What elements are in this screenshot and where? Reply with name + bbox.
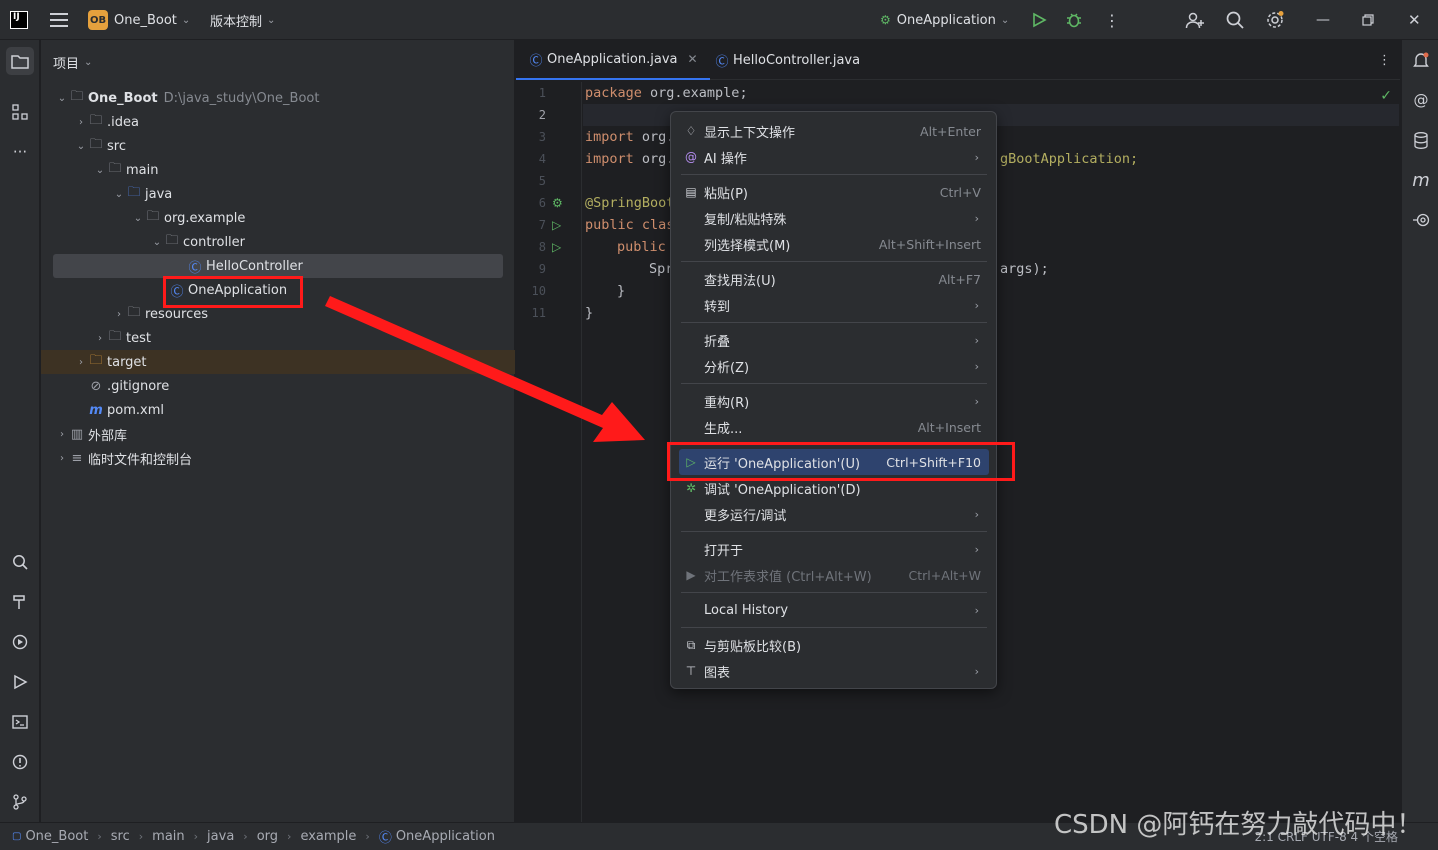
watermark: CSDN @阿钙在努力敲代码中！ bbox=[1054, 810, 1423, 840]
annotation-arrow bbox=[325, 296, 645, 442]
